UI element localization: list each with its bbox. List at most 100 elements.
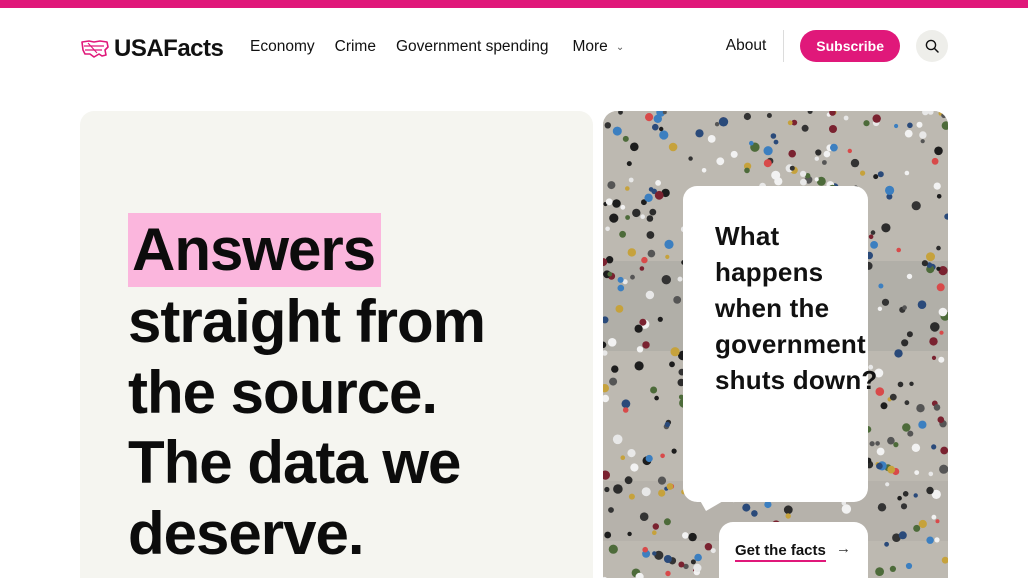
crowd-person — [916, 121, 923, 128]
crowd-person — [931, 444, 937, 450]
logo-wordmark: USAFacts — [114, 35, 224, 62]
crowd-person — [654, 395, 659, 401]
crowd-person — [654, 190, 664, 200]
crowd-person — [644, 193, 653, 202]
crowd-person — [677, 276, 683, 282]
crowd-person — [634, 324, 643, 333]
header-actions: About Subscribe — [726, 30, 948, 62]
crowd-person — [668, 142, 678, 152]
crowd-person — [898, 531, 907, 540]
crowd-person — [671, 448, 677, 454]
crowd-person — [625, 186, 630, 191]
crowd-person — [928, 471, 934, 477]
crowd-person — [863, 120, 870, 127]
crowd-person — [693, 563, 702, 572]
crowd-person — [919, 131, 927, 139]
crowd-person — [766, 113, 772, 118]
header-divider — [783, 30, 785, 62]
crowd-person — [652, 123, 659, 131]
crowd-person — [613, 484, 623, 494]
crowd-person — [751, 510, 758, 517]
crowd-person — [660, 453, 665, 459]
nav-more-dropdown[interactable]: More ⌄ — [572, 38, 624, 56]
crowd-person — [749, 140, 754, 146]
crowd-person — [823, 150, 831, 158]
crowd-person — [744, 167, 750, 174]
crowd-person — [872, 114, 881, 123]
nav-link-crime[interactable]: Crime — [335, 38, 376, 56]
site-logo[interactable]: USAFacts — [80, 34, 224, 64]
crowd-person — [800, 178, 807, 186]
bubble-tail — [698, 497, 730, 511]
subscribe-button[interactable]: Subscribe — [800, 30, 900, 62]
crowd-person — [742, 503, 751, 512]
crowd-person — [935, 519, 940, 524]
get-the-facts-button[interactable]: Get the facts → — [719, 522, 868, 578]
crowd-person — [884, 541, 889, 547]
crowd-person — [645, 113, 654, 122]
crowd-person — [841, 504, 852, 514]
crowd-person — [860, 170, 866, 176]
crowd-person — [907, 430, 914, 437]
crowd-person — [658, 489, 666, 497]
crowd-person — [934, 146, 943, 156]
crowd-person — [716, 157, 725, 166]
crowd-person — [789, 165, 795, 171]
crowd-person — [652, 530, 657, 535]
crowd-person — [770, 133, 777, 139]
crowd-person — [714, 122, 720, 127]
crowd-person — [940, 446, 948, 455]
crowd-person — [822, 160, 827, 165]
crowd-person — [694, 553, 702, 562]
crowd-person — [887, 436, 895, 445]
crowd-person — [906, 331, 913, 338]
crowd-person — [906, 273, 913, 280]
crowd-person — [688, 156, 693, 161]
crowd-person — [636, 346, 644, 353]
crowd-person — [627, 531, 632, 537]
crowd-person — [936, 266, 941, 271]
nav-link-government-spending[interactable]: Government spending — [396, 38, 549, 56]
crowd-person — [664, 421, 671, 428]
crowd-person — [830, 143, 838, 152]
crowd-person — [604, 531, 612, 539]
crowd-person — [931, 355, 937, 360]
crowd-person — [785, 513, 791, 519]
crowd-person — [682, 532, 689, 539]
crowd-person — [663, 555, 672, 563]
crowd-person — [659, 130, 669, 140]
crowd-person — [612, 434, 623, 445]
crowd-person — [639, 318, 647, 326]
crowd-person — [918, 519, 927, 529]
search-button[interactable] — [916, 30, 948, 62]
crowd-person — [904, 400, 910, 406]
crowd-person — [670, 347, 680, 357]
crowd-person — [657, 476, 667, 485]
crowd-person — [889, 565, 896, 572]
crowd-person — [904, 170, 910, 176]
crowd-person — [873, 174, 879, 180]
crowd-person — [664, 239, 674, 249]
crowd-person — [916, 404, 925, 413]
crowd-person — [611, 365, 619, 373]
nav-link-economy[interactable]: Economy — [250, 38, 315, 56]
crowd-person — [917, 300, 927, 309]
crowd-person — [931, 157, 939, 165]
crowd-person — [666, 483, 674, 490]
crowd-person — [937, 416, 945, 424]
crowd-person — [608, 544, 618, 554]
crowd-person — [914, 470, 920, 475]
crowd-person — [904, 129, 913, 138]
crowd-person — [913, 524, 921, 532]
crowd-person — [801, 124, 809, 132]
crowd-person — [659, 126, 664, 132]
crowd-person — [710, 548, 716, 554]
crowd-person — [889, 393, 897, 401]
crowd-person — [607, 271, 613, 277]
crowd-person — [704, 543, 713, 551]
crowd-person — [894, 349, 903, 358]
nav-link-about[interactable]: About — [726, 37, 767, 55]
crowd-person — [909, 381, 914, 386]
crowd-person — [787, 120, 793, 126]
crowd-person — [763, 159, 772, 168]
